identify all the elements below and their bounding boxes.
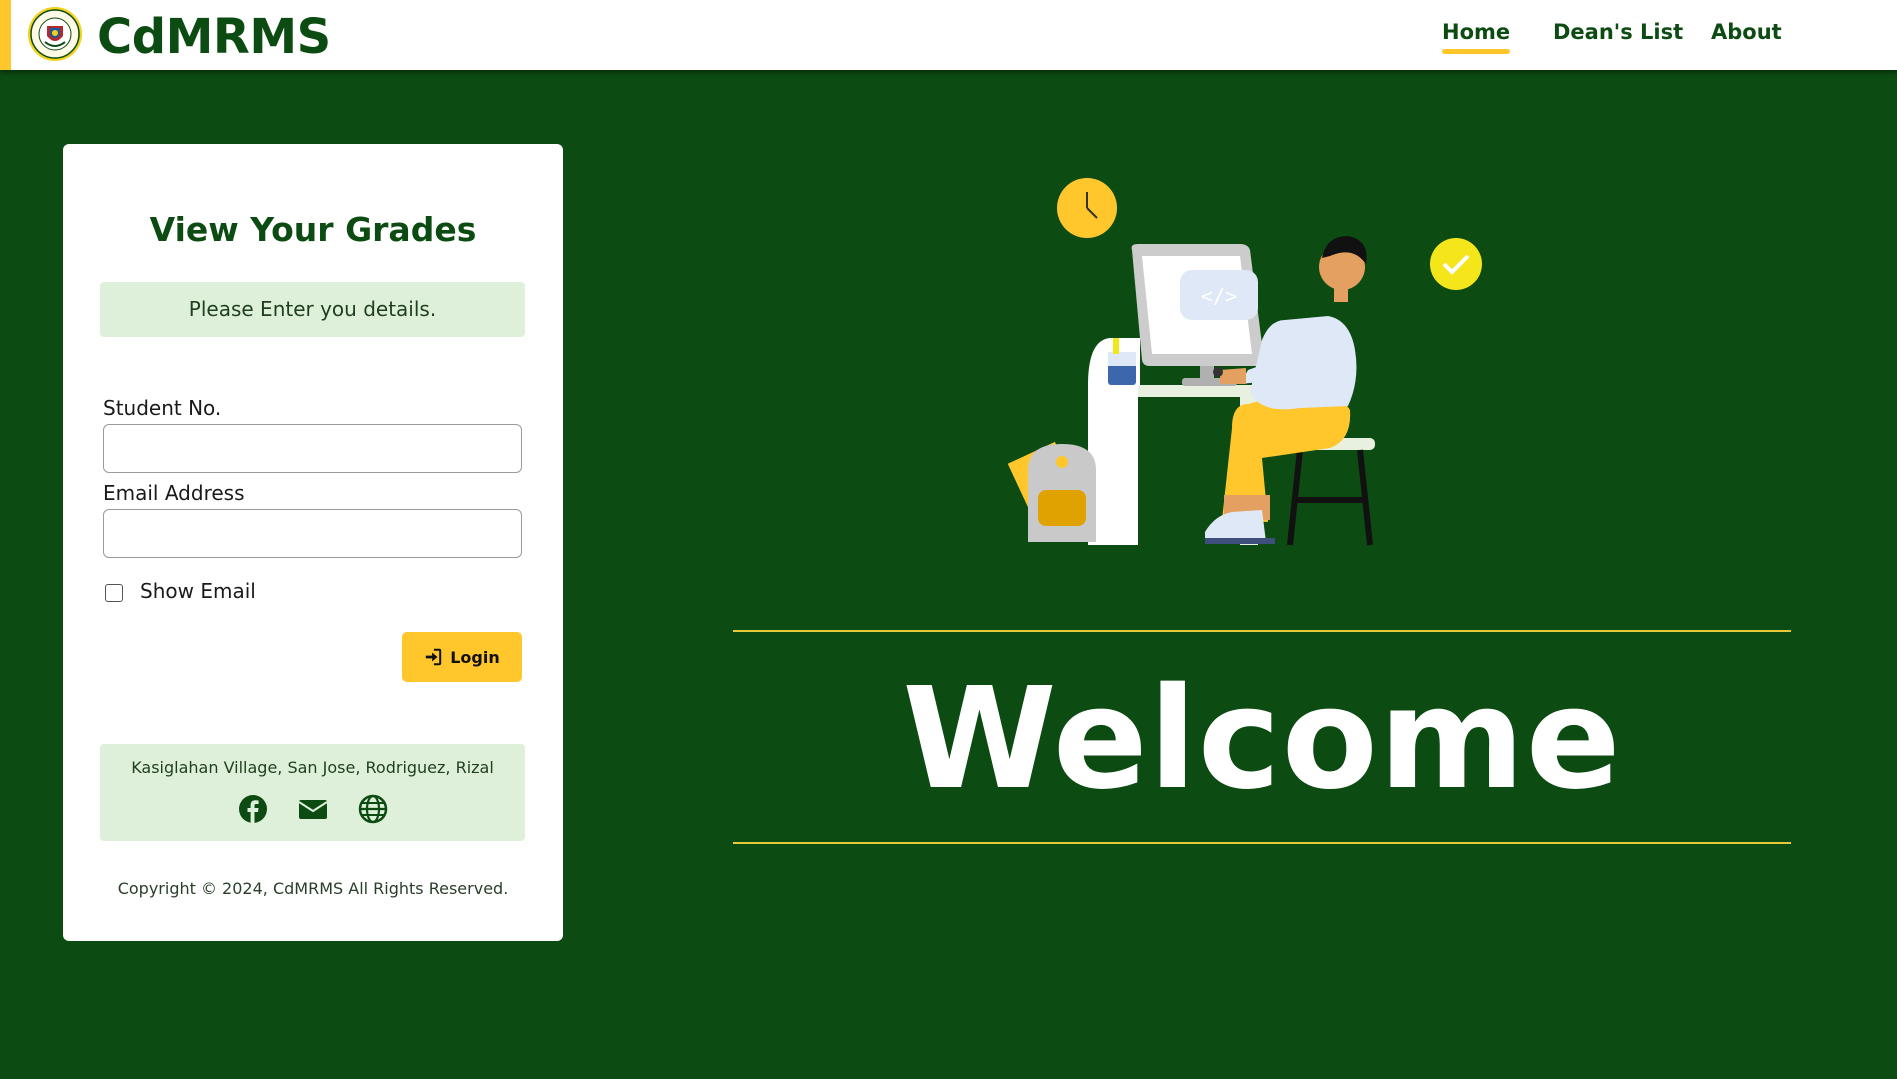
social-links	[100, 794, 525, 824]
brand-name[interactable]: CdMRMS	[97, 6, 331, 68]
nav-deans-list[interactable]: Dean's List	[1553, 20, 1683, 44]
svg-text:</>: </>	[1201, 284, 1237, 308]
college-seal-logo[interactable]	[27, 6, 83, 62]
email-address-input[interactable]	[103, 509, 522, 558]
card-title: View Your Grades	[149, 210, 477, 249]
welcome-bottom-rule	[733, 842, 1791, 844]
login-card: View Your Grades Please Enter you detail…	[63, 144, 563, 941]
show-email-label[interactable]: Show Email	[140, 579, 256, 603]
login-button-label: Login	[450, 647, 500, 667]
welcome-top-rule	[733, 630, 1791, 632]
welcome-heading: Welcome	[902, 658, 1622, 821]
student-no-label: Student No.	[103, 396, 222, 420]
details-notice: Please Enter you details.	[100, 282, 525, 337]
contact-box: Kasiglahan Village, San Jose, Rodriguez,…	[100, 744, 525, 841]
globe-icon[interactable]	[358, 794, 388, 824]
student-no-input[interactable]	[103, 424, 522, 473]
copyright-text: Copyright © 2024, CdMRMS All Rights Rese…	[117, 879, 509, 898]
person-at-computer-illustration: </>	[1007, 178, 1482, 546]
top-navbar: CdMRMS Home Dean's List About	[0, 0, 1897, 70]
show-email-checkbox[interactable]	[105, 584, 123, 602]
envelope-icon[interactable]	[297, 794, 328, 824]
navbar-accent-stripe	[0, 0, 11, 70]
campus-address: Kasiglahan Village, San Jose, Rodriguez,…	[131, 758, 494, 777]
email-address-label: Email Address	[103, 481, 245, 505]
nav-about[interactable]: About	[1711, 20, 1782, 44]
sign-in-icon	[426, 648, 442, 666]
login-button[interactable]: Login	[402, 632, 522, 682]
facebook-icon[interactable]	[238, 794, 268, 824]
nav-home[interactable]: Home	[1442, 20, 1511, 54]
